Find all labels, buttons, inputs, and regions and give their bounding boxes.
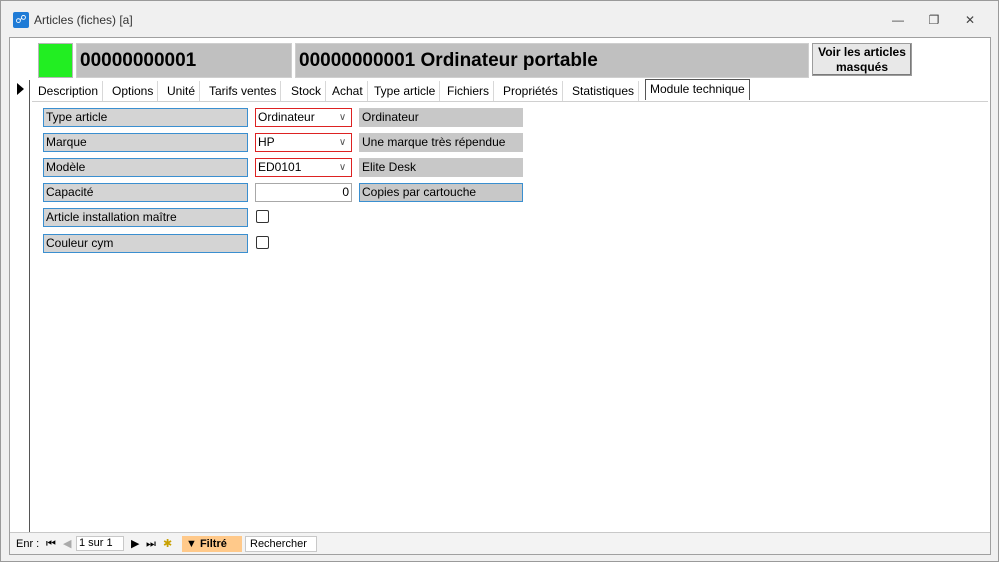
tab-description[interactable]: Description (34, 81, 104, 101)
couleur-cym-checkbox[interactable] (256, 236, 269, 249)
chevron-down-icon[interactable]: ∨ (335, 109, 350, 126)
modele-combo[interactable]: ED0101 ∨ (255, 158, 352, 177)
tab-tarifs-ventes[interactable]: Tarifs ventes (205, 81, 282, 101)
tab-stock[interactable]: Stock (287, 81, 327, 101)
minimize-icon[interactable]: — (883, 9, 913, 31)
modele-info: Elite Desk (359, 158, 523, 177)
capacite-input[interactable]: 0 (255, 183, 352, 202)
search-box[interactable]: Rechercher (245, 536, 317, 552)
capacite-info: Copies par cartouche (359, 183, 523, 202)
type-article-label: Type article (43, 108, 248, 127)
new-record-icon[interactable]: ✱ (163, 537, 172, 551)
modele-label: Modèle (43, 158, 248, 177)
tab-statistiques[interactable]: Statistiques (568, 81, 640, 101)
application-window: ☍ Articles (fiches) [a] — ❐ ✕ 0000000000… (0, 0, 999, 562)
marque-label: Marque (43, 133, 248, 152)
type-article-value: Ordinateur (258, 110, 315, 124)
current-record-arrow-icon (17, 83, 24, 95)
marque-info: Une marque très répendue (359, 133, 523, 152)
article-form: 00000000001 00000000001 Ordinateur porta… (9, 37, 991, 555)
previous-record-icon[interactable]: ◀ (63, 537, 71, 551)
title-bar: ☍ Articles (fiches) [a] — ❐ ✕ (1, 1, 998, 32)
record-label: Enr : (16, 538, 40, 550)
tab-module-technique[interactable]: Module technique (645, 79, 750, 100)
window-title: Articles (fiches) [a] (34, 13, 133, 27)
status-indicator (38, 43, 73, 78)
filter-toggle[interactable]: ▼ Filtré (182, 536, 242, 552)
record-navigation-bar: Enr : ⏮ ◀ 1 sur 1 ▶ ⏭ ✱ ▼ Filtré Recherc… (10, 532, 990, 554)
filter-icon: ▼ (186, 538, 197, 550)
tab-fichiers[interactable]: Fichiers (443, 81, 495, 101)
type-article-info: Ordinateur (359, 108, 523, 127)
tab-type-article[interactable]: Type article (370, 81, 441, 101)
tab-achat[interactable]: Achat (328, 81, 368, 101)
article-title: 00000000001 Ordinateur portable (295, 43, 809, 78)
chevron-down-icon[interactable]: ∨ (335, 159, 350, 176)
tab-divider (32, 101, 988, 102)
record-selector[interactable] (10, 80, 30, 532)
modele-value: ED0101 (258, 160, 302, 174)
chevron-down-icon[interactable]: ∨ (335, 134, 350, 151)
filter-label: Filtré (199, 538, 227, 550)
capacite-label: Capacité (43, 183, 248, 202)
next-record-icon[interactable]: ▶ (131, 537, 139, 551)
app-icon: ☍ (13, 12, 29, 28)
tab-unite[interactable]: Unité (163, 81, 201, 101)
tab-options[interactable]: Options (108, 81, 159, 101)
article-installation-maitre-checkbox[interactable] (256, 210, 269, 223)
form-header: 00000000001 00000000001 Ordinateur porta… (10, 38, 990, 80)
marque-combo[interactable]: HP ∨ (255, 133, 352, 152)
close-icon[interactable]: ✕ (955, 9, 985, 31)
type-article-combo[interactable]: Ordinateur ∨ (255, 108, 352, 127)
couleur-cym-label: Couleur cym (43, 234, 248, 253)
restore-icon[interactable]: ❐ (919, 9, 949, 31)
record-position[interactable]: 1 sur 1 (76, 536, 124, 551)
last-record-icon[interactable]: ⏭ (146, 537, 156, 551)
marque-value: HP (258, 135, 275, 149)
article-code: 00000000001 (76, 43, 292, 78)
article-installation-maitre-label: Article installation maître (43, 208, 248, 227)
tab-proprietes[interactable]: Propriétés (499, 81, 563, 101)
first-record-icon[interactable]: ⏮ (46, 537, 56, 551)
show-hidden-articles-button[interactable]: Voir les articles masqués (812, 43, 912, 76)
